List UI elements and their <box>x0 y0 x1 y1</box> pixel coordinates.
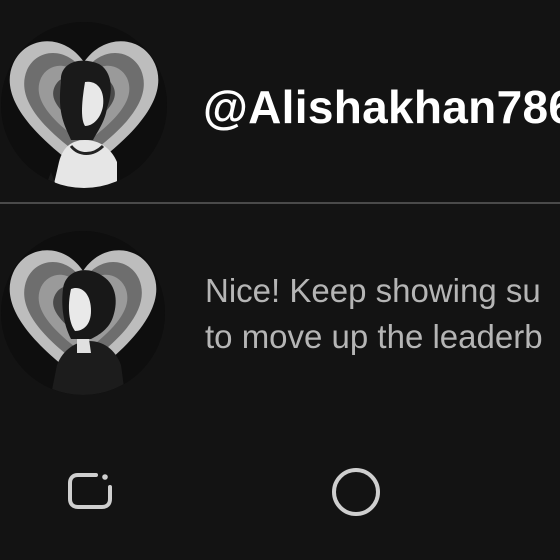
comment-text: Nice! Keep showing su to move up the lea… <box>205 268 560 360</box>
commenter-avatar[interactable] <box>1 231 165 395</box>
recents-icon[interactable] <box>66 470 114 512</box>
divider <box>0 202 560 204</box>
avatar-heart-art <box>1 231 165 395</box>
screen: @Alishakhan786 Nice! Keep showing su to … <box>0 0 560 560</box>
profile-avatar[interactable] <box>1 22 167 188</box>
home-icon[interactable] <box>330 466 382 518</box>
comment-line-1: Nice! Keep showing su <box>205 272 541 309</box>
profile-username[interactable]: @Alishakhan786 <box>203 80 560 134</box>
comment-line-2: to move up the leaderb <box>205 318 543 355</box>
avatar-heart-art <box>1 22 167 188</box>
